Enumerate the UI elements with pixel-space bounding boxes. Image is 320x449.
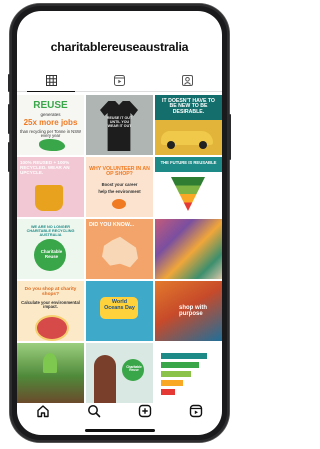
person-shape xyxy=(94,355,116,403)
post-title: DID YOU KNOW... xyxy=(89,222,135,228)
screen: charitablereuseaustralia REUSE generates… xyxy=(17,11,222,435)
hands-shape xyxy=(112,199,126,209)
post-text: help the environment xyxy=(98,189,141,194)
chart-bar xyxy=(161,389,175,395)
post-team-member[interactable]: Charitable Reuse xyxy=(86,343,153,403)
post-grid: REUSE generates 25x more jobs than recyc… xyxy=(17,95,222,403)
post-reuse-jobs[interactable]: REUSE generates 25x more jobs than recyc… xyxy=(17,95,84,155)
search-icon xyxy=(87,404,101,417)
map-shape xyxy=(39,139,65,151)
tab-reels[interactable] xyxy=(85,69,153,91)
nav-search[interactable] xyxy=(87,404,101,423)
post-text: than recycling per Tonne in NSW every ye… xyxy=(20,129,81,139)
post-title: WHY VOLUNTEER IN AN OP SHOP? xyxy=(89,166,150,178)
post-title: IT DOESN'T HAVE TO BE NEW TO BE DESIRABL… xyxy=(162,98,215,115)
reels-nav-icon xyxy=(190,404,203,417)
post-did-you-know[interactable]: DID YOU KNOW... xyxy=(86,219,153,279)
post-clothing-rack[interactable] xyxy=(155,219,222,279)
australia-map xyxy=(102,236,138,268)
chart-bar xyxy=(161,380,183,386)
pyramid-chart xyxy=(171,177,205,211)
tagged-icon xyxy=(182,74,194,86)
post-title: World Oceans Day xyxy=(104,299,135,311)
phone-power-button xyxy=(229,114,231,160)
post-shop-purpose[interactable]: shop with purpose xyxy=(155,281,222,341)
home-icon xyxy=(36,404,49,417)
post-new-name[interactable]: WE ARE NO LONGER CHARITABLE RECYCLING AU… xyxy=(17,219,84,279)
home-indicator[interactable] xyxy=(85,429,155,432)
post-impact-calculator[interactable]: Do you shop at charity shops? Calculate … xyxy=(17,281,84,341)
post-plant[interactable] xyxy=(17,343,84,403)
post-not-new[interactable]: IT DOESN'T HAVE TO BE NEW TO BE DESIRABL… xyxy=(155,95,222,155)
post-title: shop with purpose xyxy=(179,305,207,318)
nav-home[interactable] xyxy=(36,404,50,423)
car-wheel xyxy=(167,141,175,149)
tab-grid[interactable] xyxy=(17,69,85,92)
tab-tagged[interactable] xyxy=(154,69,222,91)
reels-icon xyxy=(113,74,125,86)
car-wheel xyxy=(199,141,207,149)
nav-reels[interactable] xyxy=(189,404,203,423)
post-title: WE ARE NO LONGER CHARITABLE RECYCLING AU… xyxy=(26,225,75,237)
post-text: Calculate your environmental impact. xyxy=(21,300,80,310)
phone-volume-down-button xyxy=(8,142,10,172)
cup-shape xyxy=(35,185,63,211)
bottom-nav xyxy=(17,399,222,427)
chart-bar xyxy=(161,353,207,359)
brand-name: Charitable Reuse xyxy=(40,249,63,259)
brand-name: Charitable Reuse xyxy=(126,365,142,373)
phone-volume-up-button xyxy=(8,104,10,134)
post-volunteer[interactable]: WHY VOLUNTEER IN AN OP SHOP? Boost your … xyxy=(86,157,153,217)
create-post-icon xyxy=(138,404,152,417)
post-upcycle[interactable]: 100% REUSED + 100% RECYCLED. WEAR AN UPC… xyxy=(17,157,84,217)
sprout-shape xyxy=(43,353,57,373)
post-bar-chart[interactable] xyxy=(155,343,222,403)
chart-bar xyxy=(161,371,191,377)
post-title: 100% REUSED + 100% RECYCLED. WEAR AN UPC… xyxy=(20,160,70,175)
plate-shape xyxy=(35,315,69,341)
post-title: REUSE xyxy=(33,100,68,111)
grid-icon xyxy=(45,74,57,86)
post-title: Do you shop at charity shops? xyxy=(24,287,77,298)
phone-side-button xyxy=(8,74,10,92)
phone-frame: charitablereuseaustralia REUSE generates… xyxy=(8,4,231,442)
post-highlight: 25x more jobs xyxy=(23,118,78,127)
tshirt-print: REUSE IT OUT UNTIL YOU WEAR IT OUT xyxy=(106,116,133,128)
nav-create[interactable] xyxy=(138,404,152,423)
profile-tabs xyxy=(17,69,222,92)
post-tshirt[interactable]: REUSE IT OUT UNTIL YOU WEAR IT OUT xyxy=(86,95,153,155)
profile-username: charitablereuseaustralia xyxy=(50,40,189,54)
post-title: THE FUTURE IS REUSABLE xyxy=(160,160,217,165)
post-text: generates xyxy=(40,112,61,117)
post-text: Boost your career xyxy=(101,182,138,187)
post-future-reusable[interactable]: THE FUTURE IS REUSABLE xyxy=(155,157,222,217)
chart-bar xyxy=(161,362,199,368)
post-world-oceans-day[interactable]: World Oceans Day xyxy=(86,281,153,341)
